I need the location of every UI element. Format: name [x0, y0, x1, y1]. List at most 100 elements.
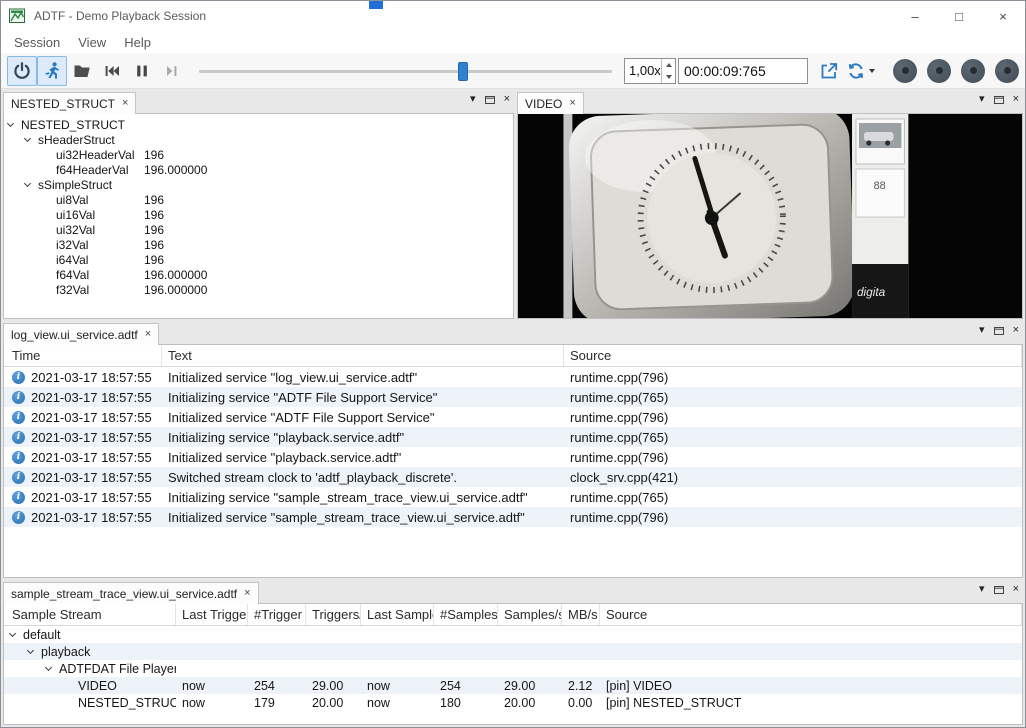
trace-row[interactable]: ADTFDAT File Player — [4, 660, 1022, 677]
trace-cell: 0.00 — [562, 694, 600, 711]
time-display[interactable]: 00:00:09:765 — [678, 58, 808, 84]
struct-tree-row[interactable]: ui32Val196 — [4, 222, 513, 237]
trace-col-mbs[interactable]: MB/s — [562, 604, 600, 625]
playback-slider[interactable] — [199, 58, 612, 84]
log-row[interactable]: i2021-03-17 18:57:55Initializing service… — [4, 427, 1022, 447]
run-button[interactable] — [37, 56, 67, 86]
tab-log-view[interactable]: log_view.ui_service.adtf × — [3, 323, 159, 345]
trace-cell — [600, 626, 1022, 643]
log-col-text[interactable]: Text — [162, 345, 564, 366]
trace-col-stream[interactable]: Sample Stream — [4, 604, 176, 625]
skip-to-start-button[interactable] — [97, 56, 127, 86]
log-row[interactable]: i2021-03-17 18:57:55Initializing service… — [4, 387, 1022, 407]
video-frame: 88 digita — [517, 113, 1023, 319]
log-row[interactable]: i2021-03-17 18:57:55Initialized service … — [4, 367, 1022, 387]
log-col-source[interactable]: Source — [564, 345, 1022, 366]
log-row[interactable]: i2021-03-17 18:57:55Initialized service … — [4, 507, 1022, 527]
struct-tree-row[interactable]: i32Val196 — [4, 237, 513, 252]
video-side-cards: 88 digita — [852, 114, 908, 318]
marker-button-3[interactable] — [961, 59, 985, 83]
expand-chevron-icon[interactable] — [24, 135, 31, 142]
panel-menu-icon[interactable]: ▾ — [979, 325, 985, 336]
menu-view[interactable]: View — [69, 35, 115, 50]
panel-close-icon[interactable]: × — [1013, 584, 1019, 595]
trace-stream-label: ADTFDAT File Player — [59, 662, 176, 676]
panel-menu-icon[interactable]: ▾ — [979, 94, 985, 105]
spin-down-button[interactable] — [662, 71, 675, 83]
log-row[interactable]: i2021-03-17 18:57:55Initializing service… — [4, 487, 1022, 507]
tree-node-label: f64HeaderVal — [56, 163, 129, 177]
log-col-time[interactable]: Time — [4, 345, 162, 366]
expand-chevron-icon[interactable] — [9, 630, 16, 637]
spin-up-button[interactable] — [662, 59, 675, 71]
struct-tree-row[interactable]: f64Val196.000000 — [4, 267, 513, 282]
close-button[interactable]: × — [981, 1, 1025, 31]
panel-float-icon[interactable] — [994, 95, 1004, 104]
loop-button[interactable] — [846, 61, 875, 81]
trace-col-trigger[interactable]: #Trigger — [248, 604, 306, 625]
trace-col-triggers-s[interactable]: Triggers/s — [306, 604, 361, 625]
struct-tree-row[interactable]: ui8Val196 — [4, 192, 513, 207]
trace-col-samples-s[interactable]: Samples/s — [498, 604, 562, 625]
panel-float-icon[interactable] — [994, 585, 1004, 594]
tab-nested-struct[interactable]: NESTED_STRUCT × — [3, 92, 136, 114]
expand-chevron-icon[interactable] — [24, 180, 31, 187]
panel-close-icon[interactable]: × — [504, 94, 510, 105]
tab-close-icon[interactable]: × — [569, 98, 575, 109]
tab-video[interactable]: VIDEO × — [517, 92, 584, 114]
trace-row[interactable]: playback — [4, 643, 1022, 660]
struct-tree-row[interactable]: f64HeaderVal196.000000 — [4, 162, 513, 177]
trace-col-source[interactable]: Source — [600, 604, 1022, 625]
loop-dropdown-icon[interactable] — [869, 69, 875, 73]
open-external-button[interactable] — [816, 58, 842, 84]
tab-close-icon[interactable]: × — [122, 98, 128, 109]
speed-spinbox[interactable]: 1,00x — [624, 58, 676, 84]
minimize-button[interactable]: – — [893, 1, 937, 31]
struct-tree-row[interactable]: ui16Val196 — [4, 207, 513, 222]
panel-menu-icon[interactable]: ▾ — [470, 94, 476, 105]
panel-float-icon[interactable] — [994, 326, 1004, 335]
struct-tree-row[interactable]: f32Val196.000000 — [4, 282, 513, 297]
expand-chevron-icon[interactable] — [7, 120, 14, 127]
power-button[interactable] — [7, 56, 37, 86]
tree-node-value: 196 — [144, 223, 164, 237]
panel-nested-struct: NESTED_STRUCT × ▾ × NESTED_STRUCTsHeader… — [3, 91, 514, 319]
panel-close-icon[interactable]: × — [1013, 325, 1019, 336]
trace-row[interactable]: NESTED_STRUCTnow17920.00now18020.000.00[… — [4, 694, 1022, 711]
marker-button-2[interactable] — [927, 59, 951, 83]
log-source-cell: runtime.cpp(796) — [564, 507, 1022, 527]
menu-help[interactable]: Help — [115, 35, 160, 50]
struct-tree-row[interactable]: i64Val196 — [4, 252, 513, 267]
struct-tree-row[interactable]: sSimpleStruct — [4, 177, 513, 192]
trace-col-last-trigger[interactable]: Last Trigger — [176, 604, 248, 625]
panel-menu-icon[interactable]: ▾ — [979, 584, 985, 595]
menu-session[interactable]: Session — [5, 35, 69, 50]
log-row[interactable]: i2021-03-17 18:57:55Initialized service … — [4, 447, 1022, 467]
maximize-button[interactable]: □ — [937, 1, 981, 31]
tab-trace-view[interactable]: sample_stream_trace_view.ui_service.adtf… — [3, 582, 259, 604]
trace-col-last-sample[interactable]: Last Sample — [361, 604, 434, 625]
slider-track[interactable] — [199, 70, 612, 73]
panel-video: VIDEO × ▾ × — [517, 91, 1023, 319]
speed-value[interactable]: 1,00x — [625, 63, 661, 78]
log-row[interactable]: i2021-03-17 18:57:55Switched stream cloc… — [4, 467, 1022, 487]
struct-tree-row[interactable]: sHeaderStruct — [4, 132, 513, 147]
struct-tree-row[interactable]: ui32HeaderVal196 — [4, 147, 513, 162]
expand-chevron-icon[interactable] — [45, 664, 52, 671]
struct-tree-row[interactable]: NESTED_STRUCT — [4, 117, 513, 132]
trace-row[interactable]: VIDEOnow25429.00now25429.002.12[pin] VID… — [4, 677, 1022, 694]
tab-close-icon[interactable]: × — [244, 588, 250, 599]
trace-row[interactable]: default — [4, 626, 1022, 643]
tab-close-icon[interactable]: × — [145, 329, 151, 340]
slider-handle[interactable] — [458, 62, 468, 81]
expand-chevron-icon[interactable] — [27, 647, 34, 654]
trace-col-samples[interactable]: #Samples — [434, 604, 498, 625]
panel-float-icon[interactable] — [485, 95, 495, 104]
skip-to-end-button[interactable] — [157, 56, 187, 86]
log-row[interactable]: i2021-03-17 18:57:55Initialized service … — [4, 407, 1022, 427]
open-file-button[interactable] — [67, 56, 97, 86]
marker-button-4[interactable] — [995, 59, 1019, 83]
pause-button[interactable] — [127, 56, 157, 86]
marker-button-1[interactable] — [893, 59, 917, 83]
panel-close-icon[interactable]: × — [1013, 94, 1019, 105]
